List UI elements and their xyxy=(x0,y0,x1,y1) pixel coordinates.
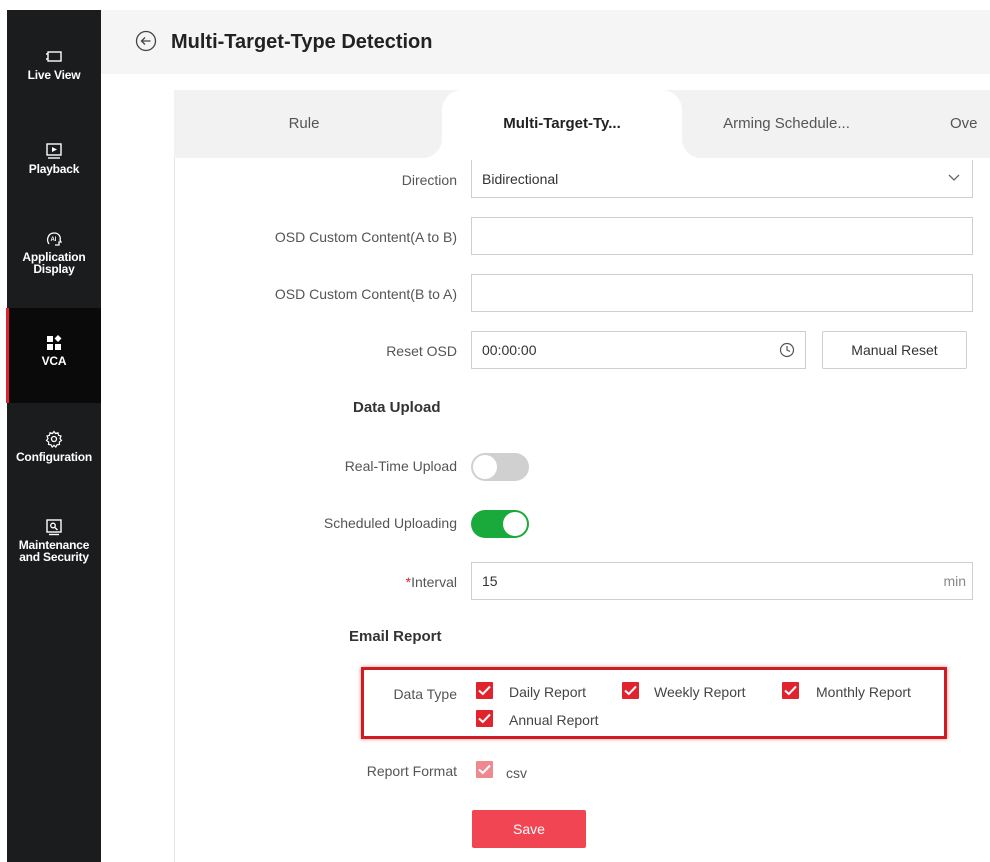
toggle-knob xyxy=(503,512,527,536)
svg-text:AI: AI xyxy=(51,237,57,243)
report-format-label: Report Format xyxy=(366,763,457,779)
chevron-down-icon xyxy=(948,174,960,181)
tab-bar: Rule Multi-Target-Ty... Arming Schedule.… xyxy=(174,90,990,158)
gear-icon xyxy=(45,430,63,448)
maintenance-icon xyxy=(46,519,62,536)
osd-a-to-b-label: OSD Custom Content(A to B) xyxy=(274,229,457,245)
interval-label: *Interval xyxy=(405,574,457,590)
live-view-icon xyxy=(46,51,62,62)
vca-icon xyxy=(47,335,62,350)
playback-icon xyxy=(46,143,62,159)
reset-osd-label: Reset OSD xyxy=(386,343,457,359)
direction-value: Bidirectional xyxy=(482,171,559,187)
sidebar-item-vca[interactable]: VCA xyxy=(6,308,101,403)
page-header: Multi-Target-Type Detection xyxy=(101,10,990,74)
highlight-box xyxy=(361,667,947,739)
interval-value: 15 xyxy=(482,573,498,589)
sidebar-item-label: Maintenance and Security xyxy=(18,538,90,564)
sidebar-item-application-display[interactable]: AI Application Display xyxy=(7,230,101,300)
content-border xyxy=(174,158,175,862)
sidebar-item-label: Playback xyxy=(28,162,80,176)
csv-checkbox xyxy=(476,761,493,778)
scheduled-uploading-label: Scheduled Uploading xyxy=(323,515,457,531)
direction-select[interactable]: Bidirectional xyxy=(471,160,973,198)
ai-icon: AI xyxy=(47,232,63,246)
tab-overlay[interactable]: Ove xyxy=(950,90,990,158)
page-title: Multi-Target-Type Detection xyxy=(171,31,433,53)
real-time-upload-label: Real-Time Upload xyxy=(344,458,457,474)
osd-b-to-a-input[interactable] xyxy=(471,274,973,312)
interval-input[interactable]: 15 min xyxy=(471,562,973,600)
sidebar-item-label: Live View xyxy=(27,68,81,82)
tab-multi-target-type[interactable]: Multi-Target-Ty... xyxy=(422,90,702,158)
sidebar-item-label: VCA xyxy=(41,354,67,368)
sidebar-item-label: Configuration xyxy=(15,450,93,464)
sidebar-item-playback[interactable]: Playback xyxy=(7,142,101,202)
sidebar-item-label: Application Display xyxy=(22,250,86,276)
real-time-upload-toggle[interactable] xyxy=(471,453,529,481)
sidebar: Live View Playback AI Application Display… xyxy=(6,10,101,862)
osd-b-to-a-label: OSD Custom Content(B to A) xyxy=(274,286,457,302)
clock-icon[interactable] xyxy=(779,342,795,358)
sidebar-item-live-view[interactable]: Live View xyxy=(7,48,101,108)
scheduled-uploading-toggle[interactable] xyxy=(471,510,529,538)
tab-rule[interactable]: Rule xyxy=(234,90,374,158)
tab-arming-schedule[interactable]: Arming Schedule... xyxy=(694,90,879,158)
toggle-knob xyxy=(473,455,497,479)
reset-osd-time-value: 00:00:00 xyxy=(482,342,537,358)
osd-a-to-b-input[interactable] xyxy=(471,217,973,255)
data-upload-title: Data Upload xyxy=(353,399,441,416)
save-button[interactable]: Save xyxy=(472,810,586,848)
sidebar-item-configuration[interactable]: Configuration xyxy=(7,430,101,490)
back-arrow-icon[interactable] xyxy=(135,30,157,52)
sidebar-item-maintenance[interactable]: Maintenance and Security xyxy=(7,518,101,588)
interval-unit: min xyxy=(943,573,966,589)
email-report-title: Email Report xyxy=(349,628,442,645)
csv-label: csv xyxy=(506,765,527,781)
direction-label: Direction xyxy=(401,172,457,188)
manual-reset-button[interactable]: Manual Reset xyxy=(822,331,967,369)
reset-osd-time-input[interactable]: 00:00:00 xyxy=(471,331,806,369)
